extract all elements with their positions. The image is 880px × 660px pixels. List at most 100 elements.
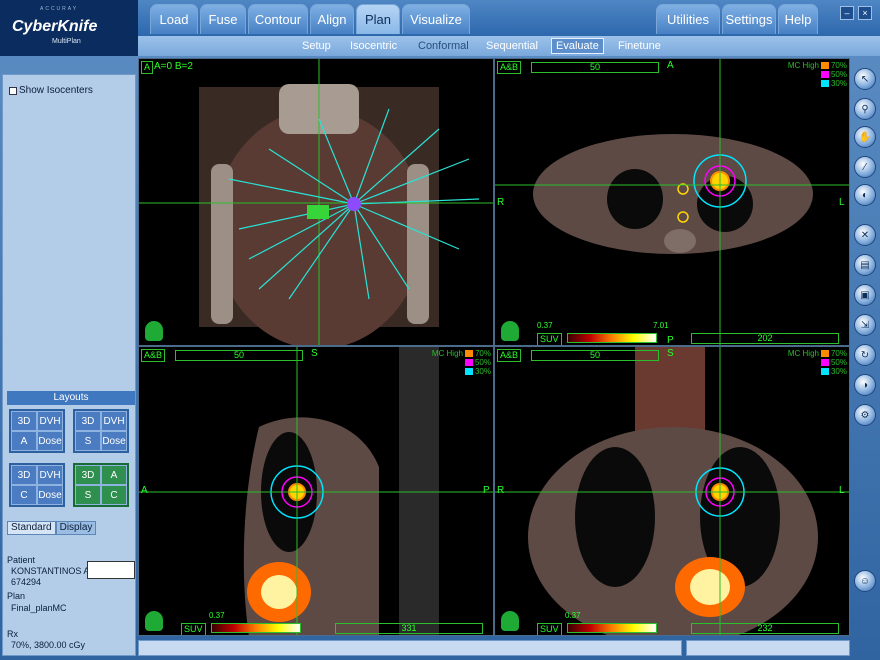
slice-slider[interactable]: 331 <box>335 623 483 634</box>
tools-icon[interactable]: ⚙ <box>854 404 876 426</box>
orientation-head-icon <box>501 611 519 631</box>
isodose-50-swatch <box>820 71 829 78</box>
tab-contour[interactable]: Contour <box>248 4 308 34</box>
crosshair-icon[interactable]: ✕ <box>854 224 876 246</box>
viewport-axial[interactable]: A&B 50 A R L P MC High 70% 50% 30% 0.37 7… <box>494 58 850 346</box>
coronal-ct-pet-image <box>495 347 849 635</box>
axial-ct-pet-image <box>495 59 849 345</box>
isodose-70-swatch <box>820 62 829 69</box>
layout-3d-dvh-a-dose[interactable]: 3D DVH A Dose <box>9 409 65 453</box>
viewport-tag: A&B <box>497 349 522 362</box>
checkbox-box[interactable] <box>9 86 17 95</box>
tab-standard[interactable]: Standard <box>7 521 56 535</box>
orientation-head-icon <box>145 611 163 631</box>
suv-colorbar <box>211 623 301 633</box>
viewport-tag: A&B <box>497 61 522 74</box>
user-icon[interactable]: ☺ <box>854 570 876 592</box>
isodose-50-label: 50% <box>830 70 847 79</box>
isodose-30-swatch <box>820 368 829 375</box>
accuray-wordmark: ACCURAY <box>40 6 79 12</box>
suv-colorbar <box>567 333 657 343</box>
layout-cell: Dose <box>101 431 127 451</box>
suv-min: 0.37 <box>537 321 553 330</box>
layout-3d-dvh-s-dose[interactable]: 3D DVH S Dose <box>73 409 129 453</box>
layout-cell: DVH <box>101 411 127 431</box>
subtab-finetune[interactable]: Finetune <box>614 38 665 54</box>
camera-icon[interactable]: ▣ <box>854 284 876 306</box>
minimize-button[interactable]: – <box>840 6 854 20</box>
tab-display[interactable]: Display <box>55 521 97 535</box>
slice-slider[interactable]: 202 <box>691 333 839 344</box>
pointer-icon[interactable]: ↖ <box>854 68 876 90</box>
close-button[interactable]: × <box>858 6 872 20</box>
slice-slider[interactable]: 232 <box>691 623 839 634</box>
tab-visualize[interactable]: Visualize <box>402 4 470 34</box>
rx-label: Rx <box>7 629 18 639</box>
algorithm-label: MC High <box>431 349 463 358</box>
orientation-superior: S <box>667 348 674 359</box>
plan-sub-tab-bar: Setup Isocentric Conformal Sequential Ev… <box>138 36 880 56</box>
tab-plan[interactable]: Plan <box>356 4 400 34</box>
cyberknife-logo: ACCURAY CyberKnife MultiPlan <box>0 0 138 56</box>
isodose-50-label: 50% <box>830 358 847 367</box>
suv-label: SUV <box>537 623 562 635</box>
status-bar-main <box>138 640 682 656</box>
export-icon[interactable]: ⇲ <box>854 314 876 336</box>
zoom-icon[interactable]: ⚲ <box>854 98 876 120</box>
tab-settings[interactable]: Settings <box>722 4 776 34</box>
subtab-isocentric[interactable]: Isocentric <box>346 38 401 54</box>
print-icon[interactable]: ▤ <box>854 254 876 276</box>
tab-load[interactable]: Load <box>150 4 198 34</box>
rotate-icon[interactable]: ↻ <box>854 344 876 366</box>
subtab-conformal[interactable]: Conformal <box>414 38 473 54</box>
subtab-setup[interactable]: Setup <box>298 38 335 54</box>
algorithm-label: MC High <box>787 61 819 70</box>
layout-cell: DVH <box>37 411 63 431</box>
isodose-legend: MC High 70% 50% 30% <box>775 61 847 88</box>
tab-help[interactable]: Help <box>778 4 818 34</box>
sagittal-ct-pet-image <box>139 347 493 635</box>
window-level-icon[interactable]: ◐ <box>854 184 876 206</box>
measure-icon[interactable]: ⁄ <box>854 156 876 178</box>
orientation-left: L <box>839 197 845 208</box>
tab-fuse[interactable]: Fuse <box>200 4 246 34</box>
isodose-30-label: 30% <box>474 367 491 376</box>
beam-set-caption: A=0 B=2 <box>154 61 193 72</box>
viewport-3d[interactable]: A A=0 B=2 <box>138 58 494 346</box>
isodose-70-swatch <box>464 350 473 357</box>
layout-3d-a-s-c[interactable]: 3D A S C <box>73 463 129 507</box>
orientation-posterior: P <box>667 335 674 346</box>
rx-value: 70%, 3800.00 cGy <box>11 640 86 650</box>
isodose-70-swatch <box>820 350 829 357</box>
suv-label: SUV <box>181 623 206 635</box>
layout-cell: Dose <box>37 485 63 505</box>
viewport-sagittal[interactable]: A&B 50 S A P MC High 70% 50% 30% 0.37 SUV… <box>138 346 494 636</box>
isodose-50-swatch <box>820 359 829 366</box>
orientation-right: R <box>497 197 505 208</box>
patient-redaction-box <box>87 561 135 579</box>
tab-align[interactable]: Align <box>310 4 354 34</box>
layout-cell: C <box>11 485 37 505</box>
orientation-right: R <box>497 485 505 496</box>
layout-3d-dvh-c-dose[interactable]: 3D DVH C Dose <box>9 463 65 507</box>
subtab-sequential[interactable]: Sequential <box>482 38 542 54</box>
tab-utilities[interactable]: Utilities <box>656 4 720 34</box>
layout-cell: S <box>75 431 101 451</box>
plan-label: Plan <box>7 591 26 601</box>
contrast-icon[interactable]: ◑ <box>854 374 876 396</box>
layout-cell: A <box>101 465 127 485</box>
orientation-head-icon <box>145 321 163 341</box>
opacity-slider[interactable]: 50 <box>175 350 303 361</box>
subtab-evaluate[interactable]: Evaluate <box>551 38 604 54</box>
viewport-coronal[interactable]: A&B 50 S R L MC High 70% 50% 30% 0.37 SUV… <box>494 346 850 636</box>
brand-name: CyberKnife <box>12 18 98 35</box>
opacity-slider[interactable]: 50 <box>531 350 659 361</box>
pan-icon[interactable]: ✋ <box>854 126 876 148</box>
left-control-panel: Show Isocenters Layouts 3D DVH A Dose 3D… <box>2 74 136 656</box>
suv-max: 7.01 <box>653 321 669 330</box>
orientation-head-icon <box>501 321 519 341</box>
viewport-tag: A&B <box>141 349 166 362</box>
layout-cell: A <box>11 431 37 451</box>
show-isocenters-checkbox[interactable]: Show Isocenters <box>9 85 93 96</box>
opacity-slider[interactable]: 50 <box>531 62 659 73</box>
